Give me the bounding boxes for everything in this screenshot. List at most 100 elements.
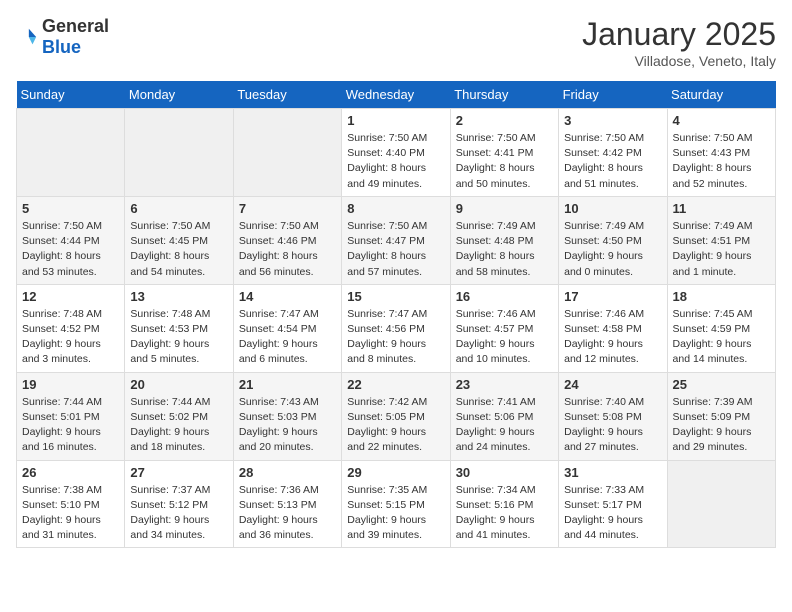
calendar-cell: 14 Sunrise: 7:47 AMSunset: 4:54 PMDayligh… (233, 284, 341, 372)
cell-info: Sunrise: 7:41 AMSunset: 5:06 PMDaylight:… (456, 395, 553, 456)
calendar-cell: 19 Sunrise: 7:44 AMSunset: 5:01 PMDayligh… (17, 372, 125, 460)
calendar-cell: 7 Sunrise: 7:50 AMSunset: 4:46 PMDaylight… (233, 196, 341, 284)
calendar-cell: 26 Sunrise: 7:38 AMSunset: 5:10 PMDayligh… (17, 460, 125, 548)
month-title: January 2025 (582, 16, 776, 53)
day-number: 20 (130, 377, 227, 392)
calendar-cell: 8Sunrise: 7:50 AMSunset: 4:47 PMDaylight… (342, 196, 450, 284)
day-number: 9 (456, 201, 553, 216)
calendar-cell (233, 109, 341, 197)
cell-info: Sunrise: 7:50 AMSunset: 4:46 PMDaylight:… (239, 219, 336, 280)
logo: General Blue (16, 16, 109, 58)
cell-info: Sunrise: 7:50 AMSunset: 4:41 PMDaylight:… (456, 131, 553, 192)
logo-general: General (42, 16, 109, 36)
day-number: 5 (22, 201, 119, 216)
day-number: 15 (347, 289, 444, 304)
cell-info: Sunrise: 7:49 AMSunset: 4:48 PMDaylight:… (456, 219, 553, 280)
location-subtitle: Villadose, Veneto, Italy (582, 53, 776, 69)
cell-info: Sunrise: 7:36 AMSunset: 5:13 PMDaylight:… (239, 483, 336, 544)
cell-info: Sunrise: 7:39 AMSunset: 5:09 PMDaylight:… (673, 395, 770, 456)
calendar-cell: 27Sunrise: 7:37 AMSunset: 5:12 PMDayligh… (125, 460, 233, 548)
day-number: 24 (564, 377, 661, 392)
day-number: 11 (673, 201, 770, 216)
weekday-header-monday: Monday (125, 81, 233, 109)
cell-info: Sunrise: 7:50 AMSunset: 4:42 PMDaylight:… (564, 131, 661, 192)
calendar-cell (17, 109, 125, 197)
cell-info: Sunrise: 7:49 AMSunset: 4:51 PMDaylight:… (673, 219, 770, 280)
cell-info: Sunrise: 7:44 AMSunset: 5:02 PMDaylight:… (130, 395, 227, 456)
day-number: 19 (22, 377, 119, 392)
weekday-header-saturday: Saturday (667, 81, 775, 109)
cell-info: Sunrise: 7:49 AMSunset: 4:50 PMDaylight:… (564, 219, 661, 280)
calendar-cell: 12 Sunrise: 7:48 AMSunset: 4:52 PMDayligh… (17, 284, 125, 372)
cell-info: Sunrise: 7:50 AMSunset: 4:45 PMDaylight:… (130, 219, 227, 280)
cell-info: Sunrise: 7:38 AMSunset: 5:10 PMDaylight:… (22, 483, 119, 544)
logo-icon (16, 26, 38, 48)
calendar-cell: 5 Sunrise: 7:50 AMSunset: 4:44 PMDaylight… (17, 196, 125, 284)
day-number: 30 (456, 465, 553, 480)
calendar-cell: 18 Sunrise: 7:45 AMSunset: 4:59 PMDayligh… (667, 284, 775, 372)
cell-info: Sunrise: 7:46 AMSunset: 4:58 PMDaylight:… (564, 307, 661, 368)
cell-info: Sunrise: 7:48 AMSunset: 4:52 PMDaylight:… (22, 307, 119, 368)
cell-info: Sunrise: 7:42 AMSunset: 5:05 PMDaylight:… (347, 395, 444, 456)
week-row-3: 12 Sunrise: 7:48 AMSunset: 4:52 PMDayligh… (17, 284, 776, 372)
day-number: 10 (564, 201, 661, 216)
day-number: 16 (456, 289, 553, 304)
day-number: 28 (239, 465, 336, 480)
calendar-cell: 24 Sunrise: 7:40 AMSunset: 5:08 PMDayligh… (559, 372, 667, 460)
calendar-cell: 16 Sunrise: 7:46 AMSunset: 4:57 PMDayligh… (450, 284, 558, 372)
title-area: January 2025 Villadose, Veneto, Italy (582, 16, 776, 69)
calendar-cell: 30 Sunrise: 7:34 AMSunset: 5:16 PMDayligh… (450, 460, 558, 548)
weekday-header-row: SundayMondayTuesdayWednesdayThursdayFrid… (17, 81, 776, 109)
cell-info: Sunrise: 7:40 AMSunset: 5:08 PMDaylight:… (564, 395, 661, 456)
cell-info: Sunrise: 7:35 AMSunset: 5:15 PMDaylight:… (347, 483, 444, 544)
calendar-cell: 21Sunrise: 7:43 AMSunset: 5:03 PMDayligh… (233, 372, 341, 460)
calendar-cell: 28 Sunrise: 7:36 AMSunset: 5:13 PMDayligh… (233, 460, 341, 548)
weekday-header-thursday: Thursday (450, 81, 558, 109)
week-row-5: 26 Sunrise: 7:38 AMSunset: 5:10 PMDayligh… (17, 460, 776, 548)
cell-info: Sunrise: 7:50 AMSunset: 4:44 PMDaylight:… (22, 219, 119, 280)
cell-info: Sunrise: 7:47 AMSunset: 4:54 PMDaylight:… (239, 307, 336, 368)
cell-info: Sunrise: 7:48 AMSunset: 4:53 PMDaylight:… (130, 307, 227, 368)
calendar-cell: 17 Sunrise: 7:46 AMSunset: 4:58 PMDayligh… (559, 284, 667, 372)
calendar-cell: 1Sunrise: 7:50 AMSunset: 4:40 PMDaylight… (342, 109, 450, 197)
week-row-4: 19 Sunrise: 7:44 AMSunset: 5:01 PMDayligh… (17, 372, 776, 460)
day-number: 12 (22, 289, 119, 304)
calendar-cell: 15 Sunrise: 7:47 AMSunset: 4:56 PMDayligh… (342, 284, 450, 372)
calendar-cell: 2 Sunrise: 7:50 AMSunset: 4:41 PMDaylight… (450, 109, 558, 197)
calendar-cell: 22 Sunrise: 7:42 AMSunset: 5:05 PMDayligh… (342, 372, 450, 460)
day-number: 1 (347, 113, 444, 128)
calendar-table: SundayMondayTuesdayWednesdayThursdayFrid… (16, 81, 776, 548)
day-number: 13 (130, 289, 227, 304)
day-number: 7 (239, 201, 336, 216)
day-number: 4 (673, 113, 770, 128)
day-number: 17 (564, 289, 661, 304)
cell-info: Sunrise: 7:47 AMSunset: 4:56 PMDaylight:… (347, 307, 444, 368)
calendar-cell: 25Sunrise: 7:39 AMSunset: 5:09 PMDayligh… (667, 372, 775, 460)
day-number: 22 (347, 377, 444, 392)
calendar-cell: 29Sunrise: 7:35 AMSunset: 5:15 PMDayligh… (342, 460, 450, 548)
cell-info: Sunrise: 7:45 AMSunset: 4:59 PMDaylight:… (673, 307, 770, 368)
day-number: 14 (239, 289, 336, 304)
cell-info: Sunrise: 7:43 AMSunset: 5:03 PMDaylight:… (239, 395, 336, 456)
cell-info: Sunrise: 7:37 AMSunset: 5:12 PMDaylight:… (130, 483, 227, 544)
cell-info: Sunrise: 7:50 AMSunset: 4:47 PMDaylight:… (347, 219, 444, 280)
header: General Blue January 2025 Villadose, Ven… (16, 16, 776, 69)
calendar-cell: 11 Sunrise: 7:49 AMSunset: 4:51 PMDayligh… (667, 196, 775, 284)
day-number: 2 (456, 113, 553, 128)
week-row-2: 5 Sunrise: 7:50 AMSunset: 4:44 PMDaylight… (17, 196, 776, 284)
cell-info: Sunrise: 7:34 AMSunset: 5:16 PMDaylight:… (456, 483, 553, 544)
logo-blue: Blue (42, 37, 81, 57)
day-number: 26 (22, 465, 119, 480)
day-number: 6 (130, 201, 227, 216)
week-row-1: 1Sunrise: 7:50 AMSunset: 4:40 PMDaylight… (17, 109, 776, 197)
calendar-cell (667, 460, 775, 548)
cell-info: Sunrise: 7:46 AMSunset: 4:57 PMDaylight:… (456, 307, 553, 368)
weekday-header-wednesday: Wednesday (342, 81, 450, 109)
calendar-cell: 4Sunrise: 7:50 AMSunset: 4:43 PMDaylight… (667, 109, 775, 197)
calendar-cell: 23Sunrise: 7:41 AMSunset: 5:06 PMDayligh… (450, 372, 558, 460)
calendar-cell: 3 Sunrise: 7:50 AMSunset: 4:42 PMDaylight… (559, 109, 667, 197)
cell-info: Sunrise: 7:44 AMSunset: 5:01 PMDaylight:… (22, 395, 119, 456)
day-number: 18 (673, 289, 770, 304)
weekday-header-friday: Friday (559, 81, 667, 109)
day-number: 3 (564, 113, 661, 128)
